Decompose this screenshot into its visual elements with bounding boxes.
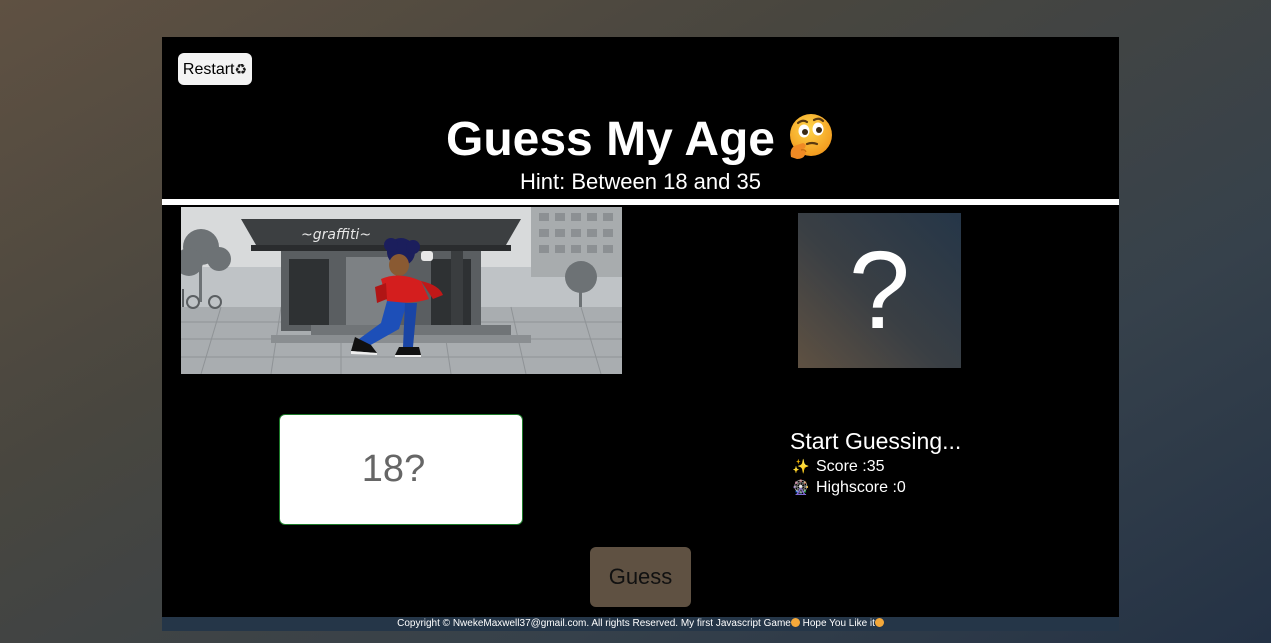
sparkles-icon: ✨ <box>792 458 810 474</box>
grin-icon <box>874 618 884 627</box>
guess-input[interactable] <box>279 414 523 525</box>
highscore-row: 🎡 Highscore :0 <box>792 477 906 498</box>
character-photo-graphic: ~graffiti~ <box>181 207 622 374</box>
guess-button[interactable]: Guess <box>590 547 691 607</box>
guess-button-label: Guess <box>608 564 673 589</box>
score-row: ✨ Score :35 <box>792 456 884 477</box>
character-photo: ~graffiti~ <box>181 207 622 374</box>
status-message: Start Guessing... <box>790 428 962 454</box>
highscore-label: Highscore :0 <box>816 479 906 496</box>
divider <box>162 199 1119 205</box>
restart-label: Restart <box>182 61 235 78</box>
footer-text: Copyright © NwekeMaxwell37@gmail.com. Al… <box>397 618 791 629</box>
thinking-face-icon <box>790 114 832 159</box>
recycle-icon: ♻ <box>234 61 248 77</box>
secret-number-box: ? <box>798 213 961 368</box>
game-container: Restart♻ Guess My Age Hint: Between 18 a… <box>162 37 1119 617</box>
title-text: Guess My Age <box>446 113 775 166</box>
footer: Copyright © NwekeMaxwell37@gmail.com. Al… <box>162 617 1119 631</box>
ferris-wheel-icon: 🎡 <box>792 479 810 495</box>
score-label: Score :35 <box>816 458 885 475</box>
secret-number: ? <box>848 229 911 352</box>
svg-text:~graffiti~: ~graffiti~ <box>301 227 371 243</box>
footer-text-tail: Hope You Like it <box>799 618 875 629</box>
page-title: Guess My Age <box>162 111 1119 167</box>
restart-button[interactable]: Restart♻ <box>178 53 252 85</box>
smile-icon <box>790 618 800 627</box>
hint-text: Hint: Between 18 and 35 <box>520 169 761 194</box>
